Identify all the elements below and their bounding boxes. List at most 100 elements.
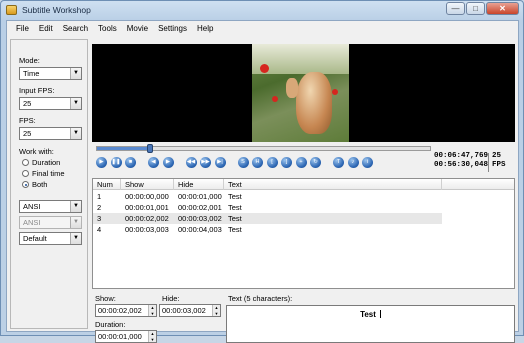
- menu-bar: File Edit Search Tools Movie Settings He…: [7, 21, 518, 36]
- fast-forward-icon[interactable]: ▶▶: [200, 157, 211, 168]
- playback-controls: ▶ ❚❚ ■ ◀ ▶ ◀◀ ▶▶ ▶| S H [ ] + ↻ T ♪ i: [96, 157, 373, 171]
- menu-tools[interactable]: Tools: [93, 24, 122, 33]
- video-frame: [252, 44, 349, 142]
- cell-text: Test: [228, 203, 242, 212]
- left-panel: Mode: Time ▼ Input FPS: 25 ▼ FPS: 25 ▼ Work…: [10, 39, 88, 329]
- work-with-label: Work with:: [19, 147, 54, 156]
- set-show-time-icon[interactable]: S: [237, 157, 249, 168]
- chevron-down-icon: ▼: [70, 68, 81, 79]
- title-bar: Subtitle Workshop — □ ✕: [1, 1, 523, 20]
- hide-label: Hide:: [162, 294, 180, 303]
- table-row[interactable]: 2 00:00:01,001 00:00:02,001 Test: [93, 202, 442, 213]
- fast-rewind-icon[interactable]: ◀◀: [185, 157, 197, 168]
- radio-icon: [22, 170, 29, 177]
- subtitle-toggle-icon[interactable]: T: [333, 157, 344, 168]
- table-row[interactable]: 4 00:00:03,003 00:00:04,003 Test: [93, 224, 442, 235]
- radio-icon: [22, 159, 29, 166]
- table-row[interactable]: 1 00:00:00,000 00:00:01,000 Test: [93, 191, 442, 202]
- play-icon[interactable]: ▶: [96, 157, 107, 168]
- menu-movie[interactable]: Movie: [122, 24, 153, 33]
- cell-text: Test: [228, 192, 242, 201]
- window-title: Subtitle Workshop: [22, 5, 91, 15]
- maximize-button[interactable]: □: [466, 2, 485, 15]
- close-button[interactable]: ✕: [486, 2, 519, 15]
- charset-1-value: ANSI: [23, 202, 41, 211]
- set-hide-time-icon[interactable]: H: [252, 157, 263, 168]
- mode-select[interactable]: Time ▼: [19, 67, 82, 80]
- cell-text: Test: [228, 225, 242, 234]
- show-time-input[interactable]: 00:00:02,002 ▲ ▼: [95, 304, 157, 317]
- time-display: 00:06:47,769 00:56:30,048 25 FPS: [434, 152, 515, 174]
- column-show[interactable]: Show: [121, 179, 174, 190]
- cell-hide: 00:00:03,002: [178, 214, 222, 223]
- seek-bar[interactable]: [96, 144, 431, 153]
- input-fps-value: 25: [23, 99, 32, 108]
- radio-duration[interactable]: Duration: [22, 158, 60, 167]
- column-hide[interactable]: Hide: [174, 179, 224, 190]
- rewind-icon[interactable]: ◀: [148, 157, 159, 168]
- spin-arrows-icon[interactable]: ▲ ▼: [212, 305, 220, 316]
- app-icon: [6, 5, 17, 15]
- menu-file[interactable]: File: [11, 24, 34, 33]
- chevron-down-icon: ▼: [70, 128, 81, 139]
- start-subtitle-icon[interactable]: [: [266, 157, 278, 168]
- stop-icon[interactable]: ■: [125, 157, 136, 168]
- chevron-down-icon: ▼: [70, 201, 81, 212]
- pause-icon[interactable]: ❚❚: [110, 157, 122, 168]
- duration-input[interactable]: 00:00:01,000 ▲ ▼: [95, 330, 157, 343]
- audio-icon[interactable]: ♪: [347, 157, 359, 168]
- fps-select[interactable]: 25 ▼: [19, 127, 82, 140]
- cell-num: 1: [97, 192, 102, 201]
- current-time: 00:06:47,769: [434, 152, 489, 160]
- seek-handle[interactable]: [147, 144, 154, 153]
- column-text[interactable]: Text: [224, 179, 442, 190]
- menu-search[interactable]: Search: [58, 24, 93, 33]
- format-value: Default: [23, 234, 47, 243]
- input-fps-select[interactable]: 25 ▼: [19, 97, 82, 110]
- subtitle-table[interactable]: Num Show Hide Text 1 00:00:00,000 00:00:…: [92, 178, 515, 289]
- fps-readout: 25: [492, 152, 502, 160]
- radio-duration-label: Duration: [32, 158, 61, 167]
- cell-hide: 00:00:02,001: [178, 203, 222, 212]
- menu-help[interactable]: Help: [192, 24, 218, 33]
- column-num[interactable]: Num: [93, 179, 121, 190]
- flower-shape: [272, 96, 278, 102]
- spin-arrows-icon[interactable]: ▲ ▼: [148, 331, 156, 342]
- menu-edit[interactable]: Edit: [34, 24, 58, 33]
- minimize-button[interactable]: —: [446, 2, 465, 15]
- spin-arrows-icon[interactable]: ▲ ▼: [148, 305, 156, 316]
- sync-icon[interactable]: ↻: [310, 157, 321, 168]
- info-icon[interactable]: i: [362, 157, 373, 168]
- mode-value: Time: [23, 69, 40, 78]
- show-label: Show:: [95, 294, 116, 303]
- charset-select-1[interactable]: ANSI ▼: [19, 200, 82, 213]
- text-cursor: [379, 310, 381, 318]
- fps-value: 25: [23, 129, 32, 138]
- menu-settings[interactable]: Settings: [153, 24, 192, 33]
- cell-hide: 00:00:04,003: [178, 225, 222, 234]
- table-row-selected[interactable]: 3 00:00:02,002 00:00:03,002 Test: [93, 213, 442, 224]
- chevron-down-icon: ▼: [70, 233, 81, 244]
- next-frame-icon[interactable]: ▶|: [214, 157, 226, 168]
- time-divider: [488, 153, 489, 172]
- subtitle-text-input[interactable]: Test: [226, 305, 515, 343]
- table-header: Num Show Hide Text: [93, 179, 514, 190]
- text-label: Text (5 characters):: [228, 294, 293, 303]
- hide-time-value: 00:00:03,002: [162, 306, 206, 315]
- forward-icon[interactable]: ▶: [162, 157, 174, 168]
- cell-hide: 00:00:01,000: [178, 192, 222, 201]
- hide-time-input[interactable]: 00:00:03,002 ▲ ▼: [159, 304, 221, 317]
- end-subtitle-icon[interactable]: ]: [281, 157, 292, 168]
- cell-num: 3: [97, 214, 102, 223]
- format-select[interactable]: Default ▼: [19, 232, 82, 245]
- radio-final-time[interactable]: Final time: [22, 169, 65, 178]
- radio-both[interactable]: Both: [22, 180, 47, 189]
- seek-progress: [97, 147, 151, 150]
- new-subtitle-icon[interactable]: +: [295, 157, 307, 168]
- video-preview[interactable]: [92, 44, 515, 142]
- charset-select-2: ANSI ▼: [19, 216, 82, 229]
- cell-show: 00:00:00,000: [125, 192, 169, 201]
- show-time-value: 00:00:02,002: [98, 306, 142, 315]
- duration-value: 00:00:01,000: [98, 332, 142, 341]
- fps-label: FPS:: [19, 116, 36, 125]
